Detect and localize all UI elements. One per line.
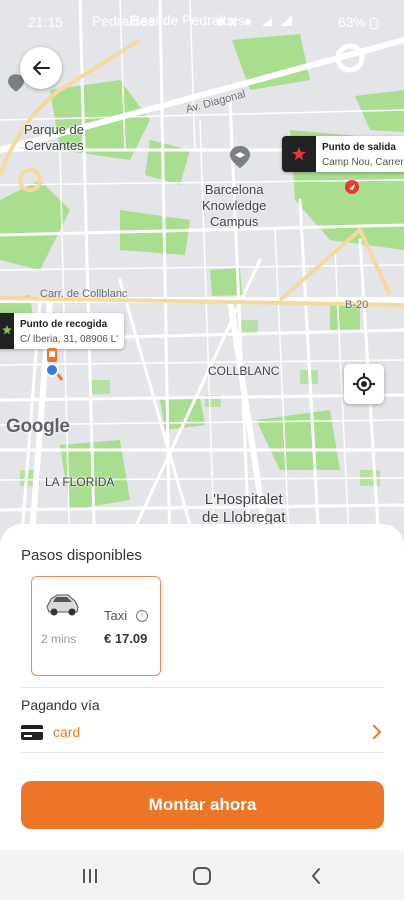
campus-poi-icon [230,146,250,168]
chevron-right-icon [373,725,382,739]
star-icon [2,325,12,335]
ride-now-button[interactable]: Montar ahora [21,781,384,829]
arrow-left-icon [33,61,50,75]
payment-method-label: card [53,724,81,740]
map-label-hospitalet: L'Hospitalet de Llobregat [202,491,286,526]
back-button[interactable] [20,47,62,89]
departure-marker [282,136,316,172]
credit-card-icon [21,725,43,740]
map-label-campus: Barcelona Knowledge Campus [202,182,267,229]
pickup-marker [0,313,14,349]
info-icon[interactable]: i [136,610,148,622]
payment-title: Pagando vía [21,697,100,713]
departure-address: Camp Nou, Carrer d' [322,157,404,168]
option-name: Taxi [104,608,128,623]
system-nav-bar [0,850,404,900]
option-eta: 2 mins [41,632,77,646]
google-attribution: Google [6,416,70,437]
taxi-option-card[interactable]: 2 mins Taxi i € 17.09 [31,576,161,676]
map-view[interactable]: 21:15 Pedralbes 63% Real de Pedralbes Pa… [0,0,404,560]
option-price: € 17.09 [104,631,148,646]
home-icon[interactable] [190,864,214,888]
divider [21,687,384,688]
departure-title: Punto de salida [322,142,396,153]
back-icon[interactable] [304,864,328,888]
pickup-title: Punto de recogida [20,319,108,330]
payment-method-row[interactable]: card [21,720,384,746]
pickup-pin-icon [45,348,59,377]
my-location-button[interactable] [344,364,384,404]
street-b20: B-20 [345,299,369,311]
crosshair-icon [353,373,375,395]
street-collblanc: Carr. de Collblanc [40,288,128,300]
divider [21,752,384,753]
steps-title: Pasos disponibles [21,547,142,564]
status-time: 21:15 [28,14,64,30]
pickup-callout[interactable]: Punto de recogida C/ Iberia, 31, 08906 L… [0,313,124,349]
map-label-florida: LA FLORIDA [45,475,115,489]
star-icon [292,147,306,161]
red-place-icon [345,180,359,194]
map-label-collblanc: COLLBLANC [208,364,280,378]
battery-icon [370,18,378,29]
map-label-real-pedralbes: Real de Pedralbes [130,12,246,28]
recents-icon[interactable] [78,864,102,888]
battery-percent: 63% [337,14,366,30]
map-label-parque: Parque de Cervantes [24,122,84,153]
pickup-address: C/ Iberia, 31, 08906 L' [20,334,119,345]
car-icon [46,594,79,616]
departure-callout[interactable]: Punto de salida Camp Nou, Carrer d' [282,136,404,172]
